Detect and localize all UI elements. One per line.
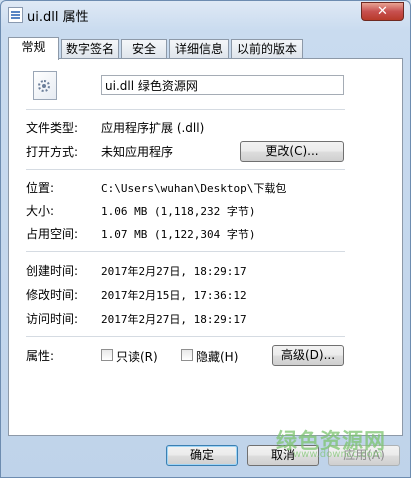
- modified-value: 2017年2月15日, 17:36:12: [101, 289, 247, 302]
- tab-digital-signatures[interactable]: 数字签名: [61, 39, 119, 58]
- accessed-value: 2017年2月27日, 18:29:17: [101, 313, 247, 326]
- advanced-button[interactable]: 高级(D)...: [272, 345, 344, 366]
- modified-label: 修改时间:: [26, 288, 79, 302]
- divider: [26, 251, 345, 252]
- tab-previous-versions[interactable]: 以前的版本: [231, 39, 303, 58]
- tab-general[interactable]: 常规: [8, 37, 59, 60]
- window-title: ui.dll 属性: [27, 10, 89, 25]
- change-button[interactable]: 更改(C)...: [240, 141, 344, 162]
- title-bar[interactable]: ui.dll 属性 ✕: [1, 1, 410, 27]
- tab-details[interactable]: 详细信息: [169, 39, 229, 58]
- properties-window: ui.dll 属性 ✕ 常规 数字签名 安全 详细信息 以前的版本 文件类型: …: [0, 0, 411, 478]
- gear-icon: [38, 80, 50, 92]
- readonly-checkbox[interactable]: [101, 349, 113, 361]
- size-on-disk-value: 1.07 MB (1,122,304 字节): [101, 228, 256, 241]
- hidden-checkbox-label[interactable]: 隐藏(H): [196, 348, 238, 365]
- divider: [26, 336, 345, 337]
- size-on-disk-label: 占用空间:: [26, 227, 79, 241]
- general-panel: 文件类型: 应用程序扩展 (.dll) 打开方式: 未知应用程序 更改(C)..…: [8, 58, 403, 436]
- file-type-label: 文件类型:: [26, 121, 79, 135]
- location-value: C:\Users\wuhan\Desktop\下载包: [101, 182, 287, 195]
- opens-with-label: 打开方式:: [26, 145, 79, 159]
- ok-button[interactable]: 确定: [166, 445, 238, 466]
- hidden-checkbox[interactable]: [181, 349, 193, 361]
- attributes-label: 属性:: [26, 349, 55, 363]
- divider: [26, 169, 345, 170]
- size-label: 大小:: [26, 204, 55, 218]
- created-value: 2017年2月27日, 18:29:17: [101, 265, 247, 278]
- location-label: 位置:: [26, 181, 55, 195]
- size-value: 1.06 MB (1,118,232 字节): [101, 205, 256, 218]
- accessed-label: 访问时间:: [26, 312, 79, 326]
- readonly-checkbox-label[interactable]: 只读(R): [116, 348, 158, 365]
- dll-file-icon: [33, 71, 57, 100]
- close-button[interactable]: ✕: [361, 2, 404, 21]
- file-properties-icon: [8, 7, 23, 23]
- apply-button[interactable]: 应用(A): [328, 445, 400, 466]
- opens-with-value: 未知应用程序: [101, 145, 174, 159]
- file-type-value: 应用程序扩展 (.dll): [101, 121, 205, 135]
- cancel-button[interactable]: 取消: [247, 445, 319, 466]
- file-name-input[interactable]: [101, 75, 344, 95]
- divider: [26, 109, 345, 110]
- tab-security[interactable]: 安全: [121, 39, 167, 58]
- created-label: 创建时间:: [26, 264, 79, 278]
